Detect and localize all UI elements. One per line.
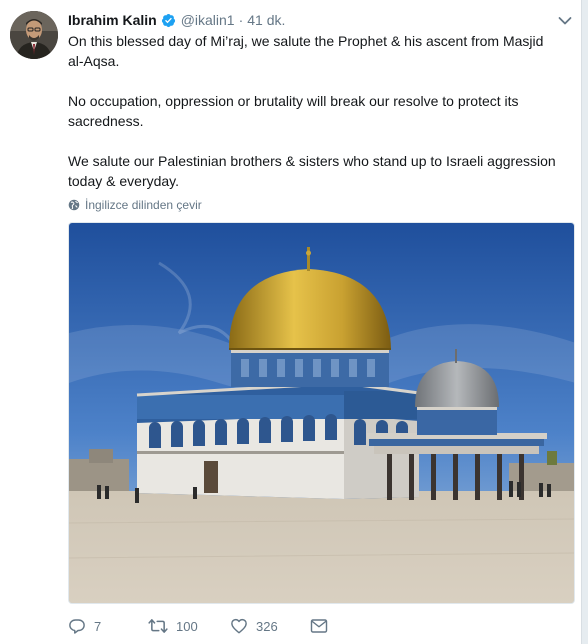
separator-dot: · — [238, 12, 244, 28]
author-name[interactable]: Ibrahim Kalin — [68, 12, 157, 28]
tweet-header: Ibrahim Kalin @ikalin1 · 41 dk. — [68, 11, 285, 29]
page-scrollbar-gutter — [582, 0, 588, 644]
like-button[interactable]: 326 — [230, 615, 278, 637]
chevron-down-icon[interactable] — [558, 14, 572, 26]
avatar[interactable] — [10, 11, 58, 59]
dome-of-the-rock-image — [69, 223, 574, 603]
tweet-photo[interactable] — [68, 222, 575, 604]
heart-icon — [231, 618, 247, 634]
tweet-paragraph: No occupation, oppression or brutality w… — [68, 93, 519, 129]
retweet-icon — [148, 619, 168, 633]
verified-badge-icon — [161, 13, 176, 28]
tweet-timestamp[interactable]: 41 dk. — [247, 12, 285, 28]
author-handle[interactable]: @ikalin1 — [181, 12, 235, 28]
tweet-text: On this blessed day of Mi’raj, we salute… — [68, 31, 558, 191]
direct-message-button[interactable] — [310, 615, 336, 637]
globe-icon — [68, 199, 80, 211]
tweet-paragraph: On this blessed day of Mi’raj, we salute… — [68, 33, 544, 69]
translate-label: İngilizce dilinden çevir — [85, 198, 202, 212]
like-count: 326 — [256, 618, 278, 634]
reply-count: 7 — [94, 618, 102, 634]
tweet-paragraph: We salute our Palestinian brothers & sis… — [68, 153, 556, 189]
avatar-image — [10, 11, 58, 59]
retweet-count: 100 — [176, 618, 198, 634]
translate-tweet-link[interactable]: İngilizce dilinden çevir — [68, 197, 202, 213]
reply-icon — [69, 619, 85, 634]
envelope-icon — [310, 619, 328, 633]
retweet-button[interactable]: 100 — [148, 615, 198, 637]
tweet-actions: 7 100 326 — [68, 615, 368, 637]
reply-button[interactable]: 7 — [68, 615, 101, 637]
